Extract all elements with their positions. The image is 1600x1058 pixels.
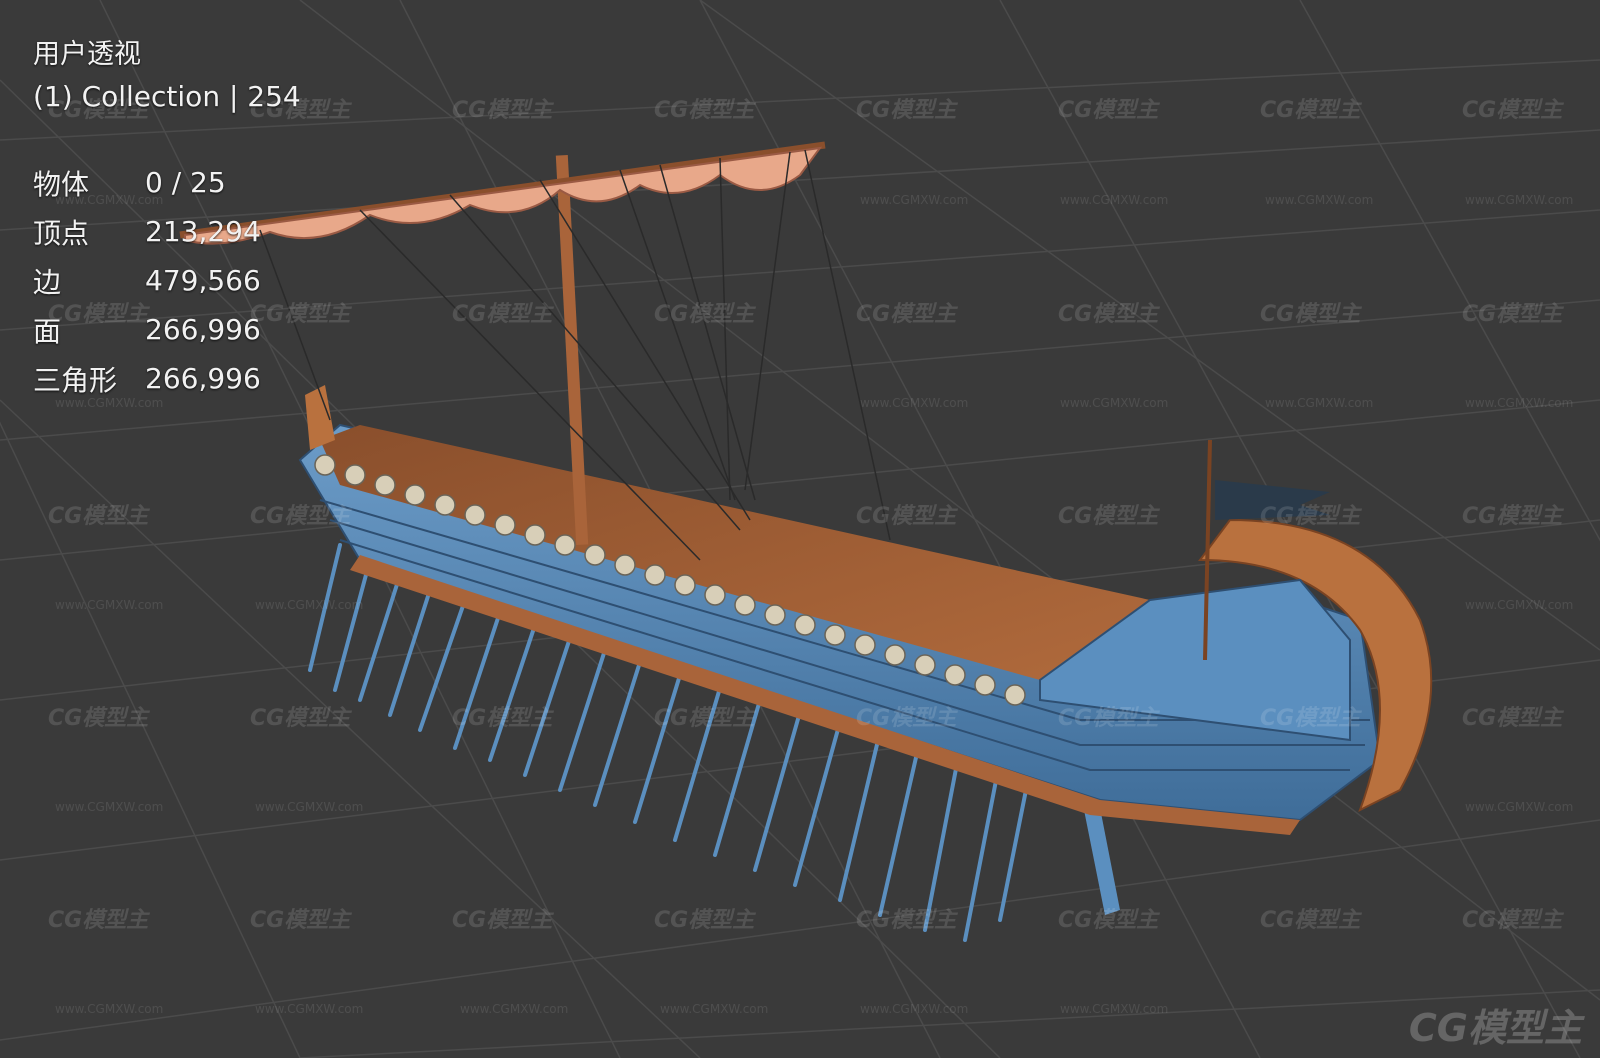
sail [184, 146, 823, 245]
watermark-logo: CG模型主 [856, 706, 957, 731]
watermark-logo: CG模型主 [250, 504, 351, 529]
watermark-logo: CG模型主 [1058, 302, 1159, 327]
watermark-url: www.CGMXW.com [1465, 396, 1574, 410]
watermark-logo: CG模型主 [1462, 302, 1563, 327]
watermark-logo: CG模型主 [250, 302, 351, 327]
watermark-logo: CG模型主 [1058, 504, 1159, 529]
watermark-logo: CG模型主 [1058, 908, 1159, 933]
watermark-logo: CG模型主 [654, 908, 755, 933]
watermark-url: www.CGMXW.com [1265, 193, 1374, 207]
watermark-logo: CG模型主 [1260, 706, 1361, 731]
watermark-url: www.CGMXW.com [1465, 800, 1574, 814]
watermark-logo: CG模型主 [452, 706, 553, 731]
watermark-logo: CG模型主 [1260, 302, 1361, 327]
watermark-logo: CG模型主 [654, 302, 755, 327]
watermark-logo: CG模型主 [48, 908, 149, 933]
stat-row-vertices: 顶点 213,294 [33, 207, 261, 256]
watermark-logo: CG模型主 [1462, 98, 1563, 123]
watermark-logo: CG模型主 [1260, 98, 1361, 123]
watermark-url: www.CGMXW.com [860, 1002, 969, 1016]
watermark-url: www.CGMXW.com [660, 1002, 769, 1016]
watermark-url: www.CGMXW.com [255, 598, 364, 612]
stat-value: 266,996 [145, 313, 261, 346]
watermark-logo: CG模型主 [1058, 98, 1159, 123]
stat-row-objects: 物体 0 / 25 [33, 158, 261, 207]
watermark-logo: CG模型主 [856, 504, 957, 529]
watermark-url: www.CGMXW.com [55, 800, 164, 814]
watermark-logo: CG模型主 [1058, 706, 1159, 731]
collection-label: (1) Collection | 254 [33, 80, 301, 113]
watermark-url: www.CGMXW.com [860, 396, 969, 410]
watermark-url: www.CGMXW.com [255, 800, 364, 814]
stat-value: 266,996 [145, 362, 261, 395]
corner-watermark-logo: CG模型主 [1408, 1006, 1582, 1050]
watermark-url: www.CGMXW.com [1265, 396, 1374, 410]
watermark-logo: CG模型主 [654, 706, 755, 731]
watermark-url: www.CGMXW.com [1060, 193, 1169, 207]
stat-row-triangles: 三角形 266,996 [33, 354, 261, 403]
watermark-url: www.CGMXW.com [460, 1002, 569, 1016]
stat-label: 边 [33, 265, 62, 299]
stat-value: 0 / 25 [145, 166, 226, 199]
watermark-url: www.CGMXW.com [1465, 598, 1574, 612]
watermark-logo: CG模型主 [856, 98, 957, 123]
watermark-logo: CG模型主 [1260, 504, 1361, 529]
watermark-logo: CG模型主 [48, 504, 149, 529]
watermark-logo: CG模型主 [452, 908, 553, 933]
watermark-url: www.CGMXW.com [860, 193, 969, 207]
watermark-logo: CG模型主 [856, 908, 957, 933]
watermark-logo: CG模型主 [1462, 706, 1563, 731]
stat-value: 479,566 [145, 264, 261, 297]
watermark-url: www.CGMXW.com [55, 1002, 164, 1016]
watermark-logo: CG模型主 [1260, 908, 1361, 933]
watermark-logo: CG模型主 [48, 706, 149, 731]
watermark-url: www.CGMXW.com [55, 598, 164, 612]
watermark-logo: CG模型主 [452, 98, 553, 123]
scene-statistics: 物体 0 / 25 顶点 213,294 边 479,566 面 266,996… [33, 158, 261, 403]
watermark-logo: CG模型主 [452, 302, 553, 327]
watermark-url: www.CGMXW.com [255, 1002, 364, 1016]
stat-value: 213,294 [145, 215, 261, 248]
watermark-logo: CG模型主 [250, 706, 351, 731]
watermark-logo: CG模型主 [1462, 504, 1563, 529]
watermark-logo: CG模型主 [654, 98, 755, 123]
watermark-logo: CG模型主 [856, 302, 957, 327]
watermark-url: www.CGMXW.com [1060, 1002, 1169, 1016]
stat-row-faces: 面 266,996 [33, 305, 261, 354]
stat-row-edges: 边 479,566 [33, 256, 261, 305]
stat-label: 物体 [33, 167, 90, 201]
stat-label: 三角形 [33, 363, 118, 397]
stat-label: 面 [33, 314, 62, 348]
watermark-url: www.CGMXW.com [1060, 396, 1169, 410]
stat-label: 顶点 [33, 216, 90, 250]
watermark-url: www.CGMXW.com [1465, 193, 1574, 207]
watermark-logo: CG模型主 [1462, 908, 1563, 933]
watermark-logo: CG模型主 [250, 908, 351, 933]
view-name: 用户透视 [33, 39, 141, 70]
